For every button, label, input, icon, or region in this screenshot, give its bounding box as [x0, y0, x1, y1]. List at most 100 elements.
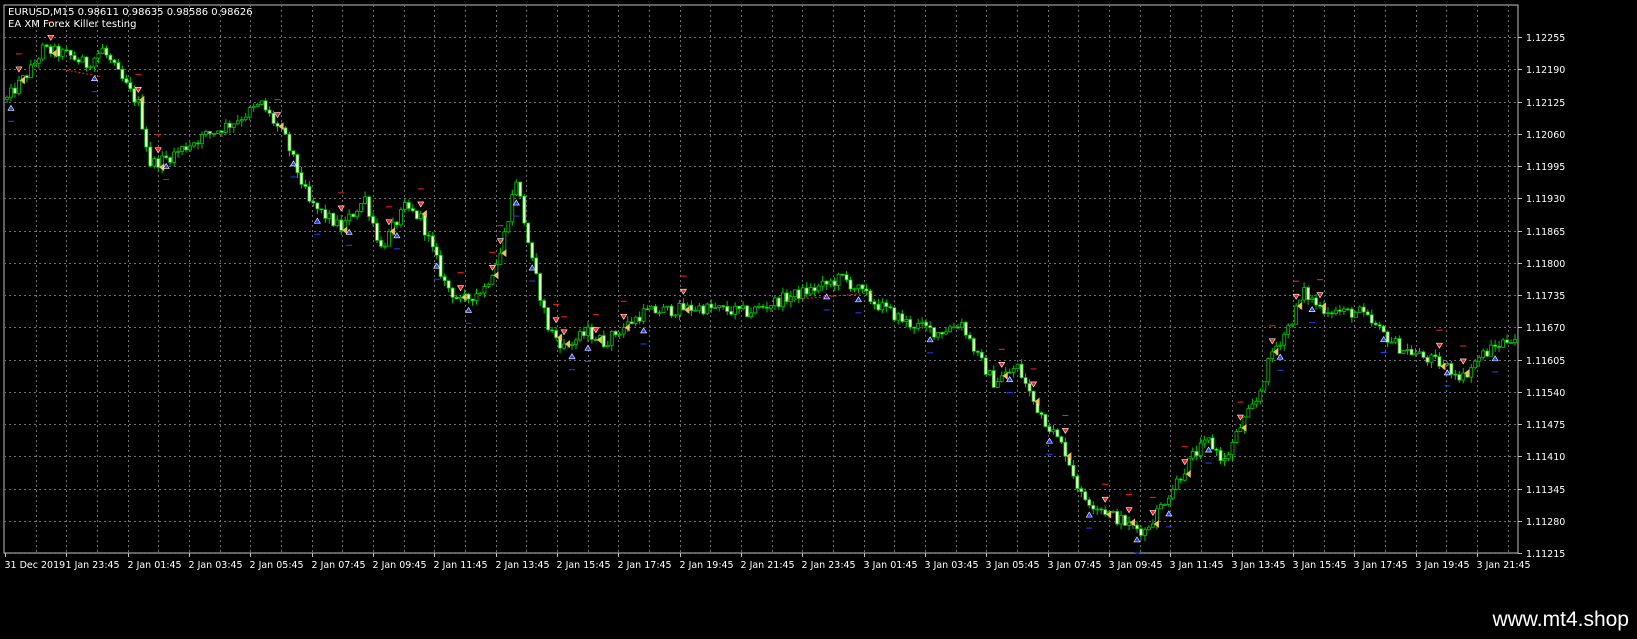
chart-window[interactable]: 1.12255 1.12190 1.12125 1.12060 1.11995 1.119… — [0, 0, 1637, 639]
candle-bear — [653, 305, 658, 314]
candle-bull — [995, 381, 1000, 388]
candle-bull — [1011, 368, 1016, 373]
candle-bear — [554, 330, 558, 338]
candle-bear — [824, 280, 829, 285]
candle-bull — [828, 280, 833, 285]
candle-bear — [144, 128, 149, 148]
candle-bear — [777, 297, 781, 308]
candle-bear — [538, 273, 543, 301]
candle-bull — [231, 123, 236, 128]
candle-bear — [964, 321, 968, 336]
candle-bull — [1473, 360, 1478, 369]
candle-bull — [673, 314, 678, 317]
candle-bull — [255, 103, 260, 107]
y-tick-label: 1.12255 — [1526, 33, 1565, 44]
candle-bear — [196, 142, 200, 145]
candle-bear — [1218, 450, 1223, 462]
candle-bear — [395, 221, 399, 226]
candle-bull — [1286, 325, 1291, 335]
candle-bear — [1314, 297, 1318, 306]
candle-bull — [944, 331, 948, 335]
candle-bear — [1373, 322, 1378, 326]
candle-bull — [1127, 521, 1131, 526]
price-chart[interactable]: 1.12255 1.12190 1.12125 1.12060 1.11995 1.119… — [0, 0, 1637, 603]
candle-bear — [1210, 437, 1215, 450]
candle-bull — [808, 287, 813, 295]
candle-bull — [753, 306, 757, 314]
candle-bull — [347, 213, 352, 222]
candle-bull — [215, 130, 220, 134]
candle-bear — [1075, 475, 1080, 489]
candle-bull — [172, 151, 177, 163]
candle-bull — [633, 316, 638, 325]
candle-bull — [490, 274, 495, 285]
candle-bull — [952, 326, 956, 329]
candle-bear — [1043, 414, 1048, 427]
candle-bull — [88, 66, 93, 69]
x-tick-label: 2 Jan 01:45 — [128, 560, 182, 571]
candle-bull — [1143, 529, 1147, 536]
candle-bull — [1250, 403, 1255, 409]
candle-bear — [1453, 373, 1458, 376]
footer-bar — [0, 603, 1637, 639]
candle-bull — [359, 203, 364, 212]
candle-bull — [649, 305, 654, 310]
candle-bear — [470, 298, 475, 302]
x-tick-label: 2 Jan 21:45 — [741, 560, 795, 571]
candle-bull — [1270, 351, 1275, 360]
candle-bear — [1123, 514, 1127, 526]
y-tick-label: 1.11735 — [1526, 291, 1565, 302]
candle-bear — [1019, 363, 1024, 379]
candle-bear — [184, 146, 188, 151]
candle-bear — [518, 181, 523, 197]
candle-bull — [987, 370, 992, 375]
candle-bull — [1393, 338, 1398, 343]
candle-bear — [132, 88, 137, 103]
candle-bear — [530, 242, 535, 259]
candle-bear — [168, 157, 173, 163]
candle-bull — [1238, 427, 1243, 432]
candle-bear — [414, 210, 419, 220]
y-tick-label: 1.11540 — [1526, 388, 1565, 399]
candle-bull — [769, 305, 773, 309]
candle-bull — [1445, 363, 1450, 366]
candle-bear — [940, 332, 944, 335]
candle-bull — [1151, 523, 1155, 528]
candle-bull — [1477, 356, 1482, 362]
candle-bear — [589, 326, 594, 340]
candle-bear — [796, 289, 801, 299]
candle-bear — [872, 301, 877, 305]
candle-bull — [247, 107, 252, 118]
candle-bear — [593, 339, 598, 341]
candle-bull — [904, 319, 909, 322]
candle-bear — [721, 305, 726, 308]
candle-bull — [243, 116, 248, 121]
candle-bull — [1513, 339, 1517, 343]
candle-bull — [1401, 350, 1406, 354]
candle-bull — [1501, 339, 1505, 348]
candle-bull — [820, 280, 825, 287]
candle-bear — [303, 184, 308, 187]
candle-bear — [761, 306, 765, 308]
candle-bull — [1357, 306, 1362, 313]
candle-bear — [379, 239, 383, 247]
candle-bull — [327, 212, 332, 219]
candle-bull — [192, 142, 196, 147]
candle-bear — [24, 75, 29, 79]
candle-bear — [48, 46, 53, 54]
x-tick-label: 2 Jan 05:45 — [250, 560, 304, 571]
candle-bear — [844, 274, 849, 281]
candle-bear — [975, 350, 980, 353]
candle-bull — [1461, 372, 1466, 381]
candle-bear — [1497, 346, 1501, 348]
candle-bull — [1413, 352, 1418, 356]
candle-bull — [40, 44, 45, 60]
candle-bear — [701, 305, 706, 315]
candle-bear — [1409, 348, 1414, 356]
candle-bull — [1481, 350, 1486, 358]
candle-bull — [1353, 311, 1358, 318]
candle-bear — [1071, 464, 1076, 477]
x-tick-label: 2 Jan 11:45 — [434, 560, 488, 571]
candle-bull — [418, 213, 423, 220]
candle-bear — [1349, 308, 1354, 318]
